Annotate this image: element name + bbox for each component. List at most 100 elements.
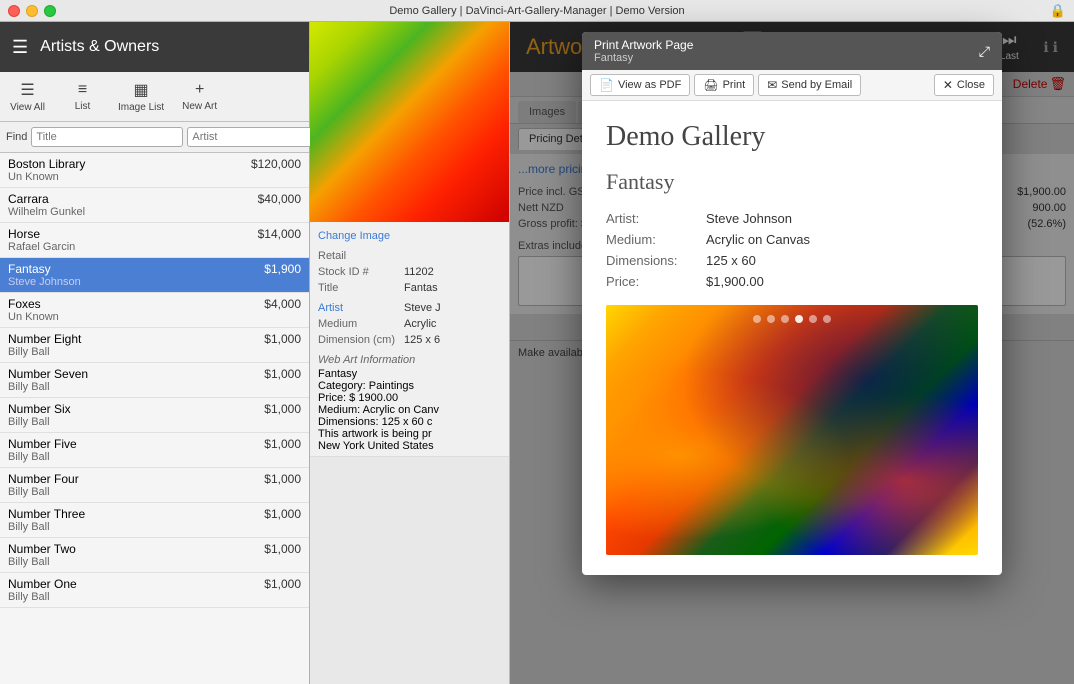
gallery-name: Demo Gallery	[606, 121, 978, 153]
medium-label-field: Medium	[318, 318, 398, 330]
artwork-list: Boston Library Un Known $120,000 Carrara…	[0, 153, 309, 684]
print-medium-row: Medium: Acrylic on Canvas	[606, 232, 978, 247]
artwork-price: $1,000	[264, 542, 301, 556]
list-button[interactable]: ≡ List	[55, 77, 110, 116]
title-bar: Demo Gallery | DaVinci-Art-Gallery-Manag…	[0, 0, 1074, 22]
image-list-icon: ▦	[134, 80, 149, 100]
print-image-dots	[753, 315, 831, 323]
artwork-artist: Un Known	[8, 171, 85, 183]
artwork-price: $120,000	[251, 157, 301, 171]
dimension-label-field: Dimension (cm)	[318, 334, 398, 346]
minimize-window-button[interactable]	[26, 5, 38, 17]
list-item[interactable]: Number One Billy Ball $1,000	[0, 573, 309, 608]
list-item[interactable]: Number Two Billy Ball $1,000	[0, 538, 309, 573]
maximize-window-button[interactable]	[44, 5, 56, 17]
change-image-link[interactable]: Change Image	[318, 230, 390, 242]
close-label: Close	[957, 79, 985, 91]
window-title: Demo Gallery | DaVinci-Art-Gallery-Manag…	[389, 5, 684, 17]
detail-panel: Change Image Retail Stock ID # 11202 Tit…	[310, 222, 509, 457]
art-thumbnail-image	[310, 22, 509, 222]
web-medium: Medium: Acrylic on Canv	[318, 404, 501, 416]
list-item[interactable]: Number Eight Billy Ball $1,000	[0, 328, 309, 363]
artwork-price: $1,000	[264, 472, 301, 486]
modal-title-line1: Print Artwork Page	[594, 38, 693, 52]
send-email-button[interactable]: ✉ Send by Email	[758, 74, 861, 96]
modal-title-area: Print Artwork Page Fantasy	[594, 38, 693, 64]
list-item[interactable]: Horse Rafael Garcin $14,000	[0, 223, 309, 258]
send-email-label: Send by Email	[781, 79, 852, 91]
image-dot-3[interactable]	[795, 315, 803, 323]
main-area: Artworks 📊 Report ↕ Sort ⏮ First ◀	[510, 22, 1074, 684]
pdf-icon: 📄	[599, 78, 614, 92]
modal-toolbar: 📄 View as PDF 🖨 Print ✉ Send by Email ✕ …	[582, 70, 1002, 101]
list-item[interactable]: Number Six Billy Ball $1,000	[0, 398, 309, 433]
sidebar-toolbar: ☰ View All ≡ List ▦ Image List + New Art	[0, 72, 309, 122]
list-item[interactable]: Number Four Billy Ball $1,000	[0, 468, 309, 503]
web-info-heading: Web Art Information	[318, 354, 501, 366]
image-list-label: Image List	[118, 102, 164, 113]
sidebar-menu-icon[interactable]: ☰	[12, 37, 28, 58]
artwork-artist: Billy Ball	[8, 591, 77, 603]
list-item[interactable]: Number Three Billy Ball $1,000	[0, 503, 309, 538]
list-item[interactable]: Carrara Wilhelm Gunkel $40,000	[0, 188, 309, 223]
print-artist-row: Artist: Steve Johnson	[606, 211, 978, 226]
dimension-field-value: 125 x 6	[404, 334, 440, 346]
modal-titlebar: Print Artwork Page Fantasy ⤢	[582, 32, 1002, 70]
modal-content: Demo Gallery Fantasy Artist: Steve Johns…	[582, 101, 1002, 575]
sidebar: ☰ Artists & Owners ☰ View All ≡ List ▦ I…	[0, 22, 310, 684]
artwork-price: $1,000	[264, 402, 301, 416]
print-artwork-image	[606, 305, 978, 555]
artwork-name: Number Seven	[8, 367, 88, 381]
web-location: New York United States	[318, 440, 501, 452]
view-all-label: View All	[10, 102, 45, 113]
print-button[interactable]: 🖨 Print	[694, 74, 754, 96]
list-item[interactable]: Foxes Un Known $4,000	[0, 293, 309, 328]
artwork-title-print: Fantasy	[606, 169, 978, 195]
artwork-name: Horse	[8, 227, 75, 241]
web-price: Price: $ 1900.00	[318, 392, 501, 404]
find-title-input[interactable]	[31, 127, 183, 147]
artwork-name: Number Eight	[8, 332, 81, 346]
sidebar-header: ☰ Artists & Owners	[0, 22, 309, 72]
view-all-icon: ☰	[20, 80, 34, 100]
image-list-button[interactable]: ▦ Image List	[110, 76, 172, 117]
list-item[interactable]: Number Seven Billy Ball $1,000	[0, 363, 309, 398]
print-image-overlay	[606, 305, 978, 555]
artwork-name: Fantasy	[8, 262, 81, 276]
list-label: List	[75, 101, 91, 112]
artwork-price: $1,000	[264, 507, 301, 521]
image-dot-0[interactable]	[753, 315, 761, 323]
print-medium-label: Medium:	[606, 232, 706, 247]
close-icon: ✕	[943, 78, 953, 92]
artwork-artist: Wilhelm Gunkel	[8, 206, 85, 218]
image-dot-4[interactable]	[809, 315, 817, 323]
print-price-row: Price: $1,900.00	[606, 274, 978, 289]
artwork-price: $1,000	[264, 367, 301, 381]
title-label-field: Title	[318, 282, 398, 294]
image-dot-1[interactable]	[767, 315, 775, 323]
close-modal-button[interactable]: ✕ Close	[934, 74, 994, 96]
find-label: Find	[6, 131, 27, 143]
email-icon: ✉	[767, 78, 777, 92]
new-art-button[interactable]: + New Art	[172, 77, 227, 116]
artwork-artist: Billy Ball	[8, 486, 79, 498]
close-window-button[interactable]	[8, 5, 20, 17]
list-item[interactable]: Boston Library Un Known $120,000	[0, 153, 309, 188]
artwork-artist: Steve Johnson	[8, 276, 81, 288]
modal-expand-button[interactable]: ⤢	[979, 43, 990, 60]
view-pdf-label: View as PDF	[618, 79, 681, 91]
list-item[interactable]: Fantasy Steve Johnson $1,900	[0, 258, 309, 293]
artwork-artist: Rafael Garcin	[8, 241, 75, 253]
art-thumbnail-area	[310, 22, 509, 222]
image-dot-2[interactable]	[781, 315, 789, 323]
view-pdf-button[interactable]: 📄 View as PDF	[590, 74, 690, 96]
web-dimensions: Dimensions: 125 x 60 c	[318, 416, 501, 428]
print-modal: Print Artwork Page Fantasy ⤢ 📄 View as P…	[582, 32, 1002, 575]
image-dot-5[interactable]	[823, 315, 831, 323]
view-all-button[interactable]: ☰ View All	[0, 76, 55, 117]
artwork-name: Carrara	[8, 192, 85, 206]
new-art-label: New Art	[182, 101, 217, 112]
artwork-name: Number Three	[8, 507, 85, 521]
artwork-name: Number Six	[8, 402, 71, 416]
list-item[interactable]: Number Five Billy Ball $1,000	[0, 433, 309, 468]
